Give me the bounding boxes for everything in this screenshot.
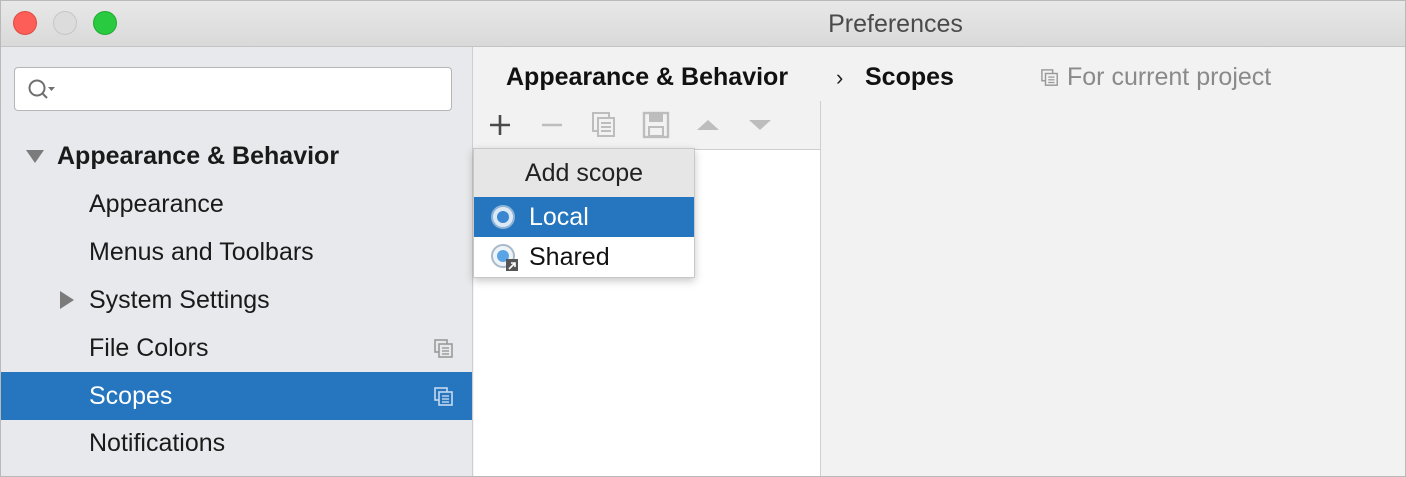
sidebar-item-file-colors[interactable]: File Colors — [1, 324, 472, 372]
sidebar-item-label: Appearance — [89, 190, 224, 218]
sidebar-item-appearance-behavior[interactable]: Appearance & Behavior — [1, 132, 472, 180]
project-scope-icon — [1041, 69, 1058, 86]
save-icon[interactable] — [638, 107, 674, 143]
title-bar: Preferences — [1, 1, 1405, 47]
popup-item-shared[interactable]: Shared — [474, 237, 694, 277]
shared-scope-icon — [491, 244, 518, 271]
sidebar-item-scopes[interactable]: Scopes — [1, 372, 472, 420]
preferences-window: Preferences Appearance & Behavior Appear… — [0, 0, 1406, 477]
popup-item-label: Local — [529, 203, 589, 231]
local-scope-icon — [491, 205, 515, 229]
collapsed-arrow-icon[interactable] — [57, 276, 77, 324]
for-current-project-label: For current project — [1041, 63, 1271, 92]
sidebar-item-label: Scopes — [89, 382, 173, 410]
remove-icon[interactable] — [534, 107, 570, 143]
search-input[interactable] — [14, 67, 452, 111]
sidebar-item-menus-toolbars[interactable]: Menus and Toolbars — [1, 228, 472, 276]
window-title: Preferences — [828, 10, 963, 38]
project-scope-icon — [434, 339, 453, 358]
for-current-project-text: For current project — [1067, 63, 1272, 91]
sidebar-item-appearance[interactable]: Appearance — [1, 180, 472, 228]
copy-icon[interactable] — [586, 107, 622, 143]
sidebar-item-label: Notifications — [89, 429, 226, 457]
expanded-arrow-icon[interactable] — [25, 132, 45, 180]
breadcrumb-separator: › — [836, 65, 844, 90]
sidebar-item-system-settings[interactable]: System Settings — [1, 276, 472, 324]
scopes-toolbar — [474, 101, 820, 149]
sidebar-item-notifications[interactable]: Notifications — [1, 419, 472, 467]
move-up-icon[interactable] — [690, 107, 726, 143]
breadcrumb-current: Scopes — [865, 63, 954, 91]
popup-title: Add scope — [474, 149, 694, 197]
search-icon — [28, 79, 55, 99]
sidebar-item-label: File Colors — [89, 334, 209, 362]
add-scope-popup: Add scope Local Shared — [473, 148, 695, 278]
sidebar-item-label: Menus and Toolbars — [89, 238, 314, 266]
sidebar: Appearance & Behavior Appearance Menus a… — [1, 47, 473, 476]
project-scope-icon — [434, 387, 453, 406]
move-down-icon[interactable] — [742, 107, 778, 143]
breadcrumb-parent[interactable]: Appearance & Behavior — [506, 63, 788, 92]
add-icon[interactable] — [482, 107, 518, 143]
popup-item-label: Shared — [529, 243, 610, 271]
panel-divider[interactable] — [820, 101, 821, 476]
sidebar-item-label: Appearance & Behavior — [57, 142, 340, 170]
popup-item-local[interactable]: Local — [474, 197, 694, 237]
sidebar-item-label: System Settings — [89, 286, 270, 314]
